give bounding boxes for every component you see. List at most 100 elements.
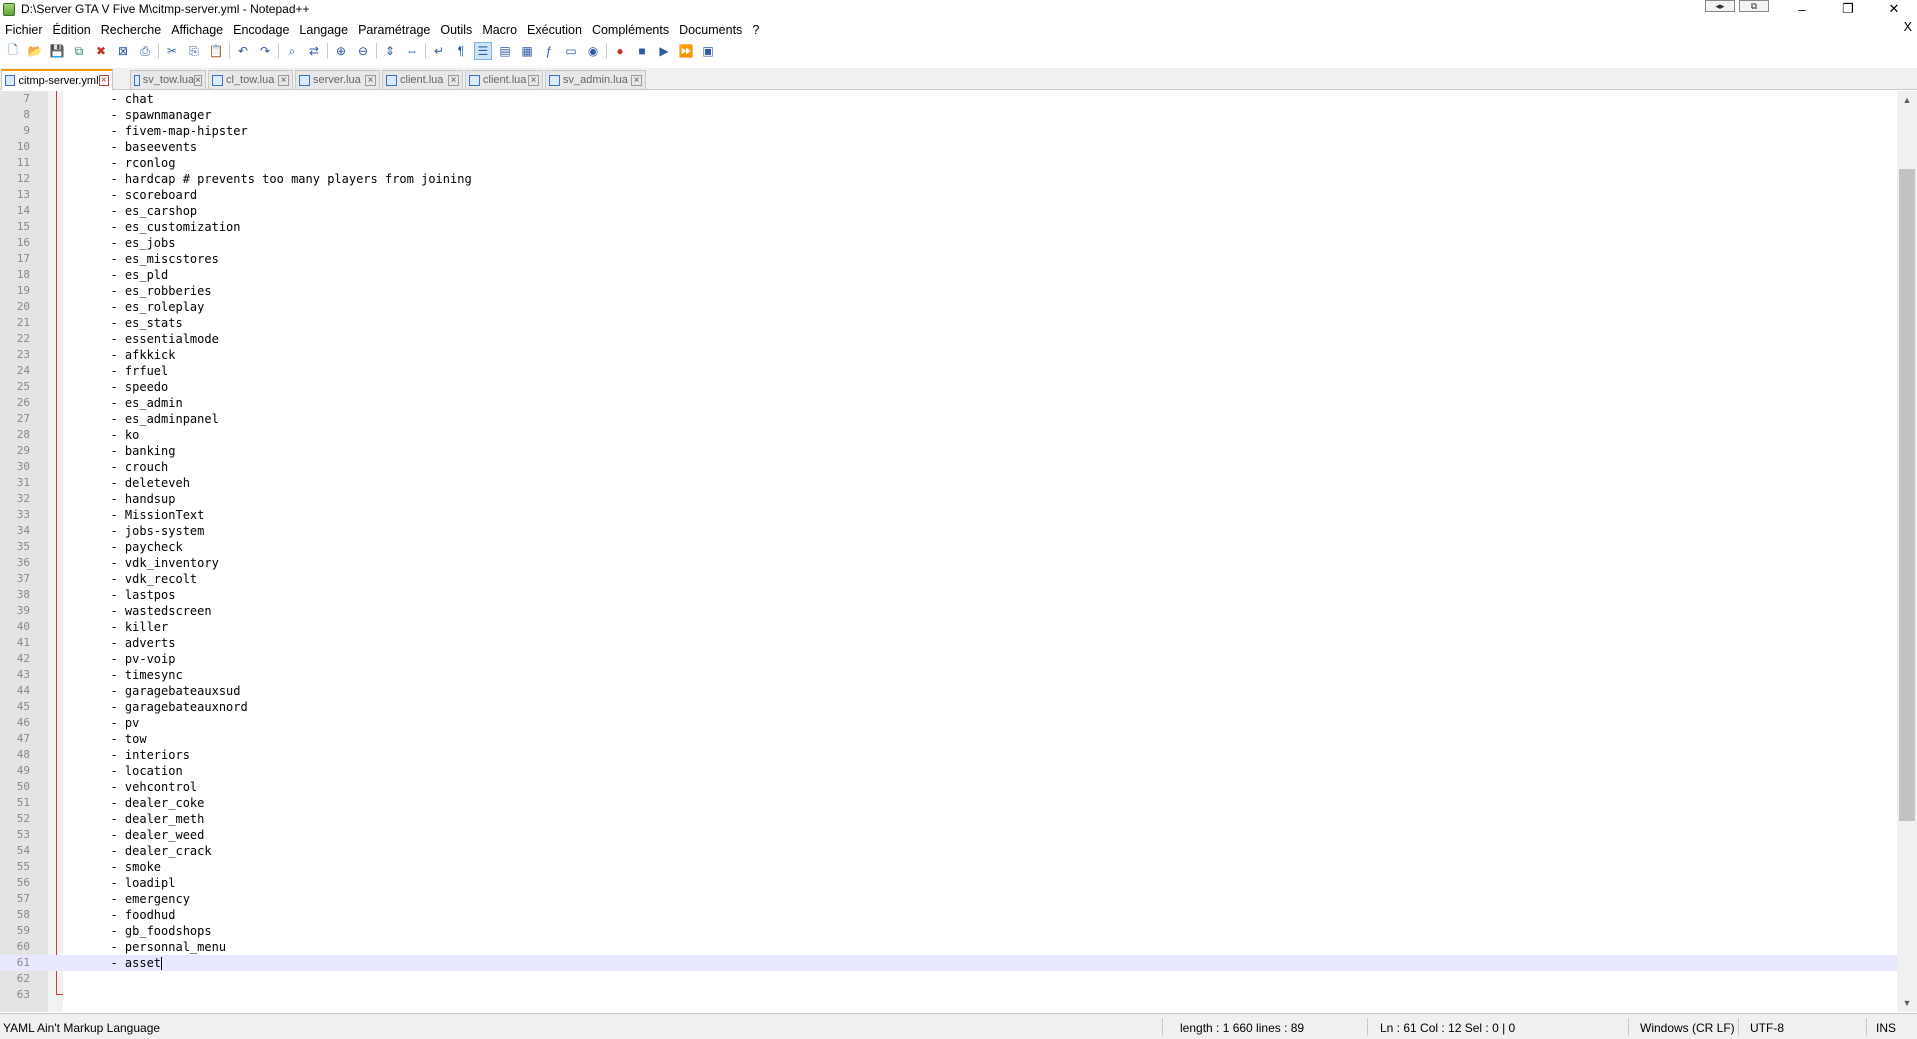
editor-line[interactable]: 17 - es_miscstores bbox=[0, 251, 1897, 267]
line-text[interactable]: - frfuel bbox=[96, 363, 168, 379]
editor-line[interactable]: 28 - ko bbox=[0, 427, 1897, 443]
editor-line[interactable]: 15 - es_customization bbox=[0, 219, 1897, 235]
line-text[interactable]: - rconlog bbox=[96, 155, 175, 171]
editor-line[interactable]: 23 - afkkick bbox=[0, 347, 1897, 363]
sync-horizontal-icon[interactable]: ⇔ bbox=[403, 42, 421, 60]
line-text[interactable]: - smoke bbox=[96, 859, 161, 875]
line-text[interactable]: - es_pld bbox=[96, 267, 168, 283]
line-text[interactable]: - es_stats bbox=[96, 315, 182, 331]
editor-line[interactable]: 60 - personnal_menu bbox=[0, 939, 1897, 955]
line-text[interactable]: - es_customization bbox=[96, 219, 240, 235]
editor-line[interactable]: 10 - baseevents bbox=[0, 139, 1897, 155]
line-text[interactable]: - location bbox=[96, 763, 182, 779]
line-text[interactable]: - es_admin bbox=[96, 395, 182, 411]
line-text[interactable]: - pv-voip bbox=[96, 651, 175, 667]
line-text[interactable]: - asset bbox=[96, 955, 163, 971]
tab-close-icon[interactable]: × bbox=[194, 74, 202, 86]
vertical-scrollbar[interactable]: ▲ ▼ bbox=[1897, 91, 1917, 1012]
editor-line[interactable]: 30 - crouch bbox=[0, 459, 1897, 475]
editor-line[interactable]: 12 - hardcap # prevents too many players… bbox=[0, 171, 1897, 187]
monitoring-icon[interactable]: ◉ bbox=[584, 42, 602, 60]
line-text[interactable]: - es_carshop bbox=[96, 203, 197, 219]
line-text[interactable]: - foodhud bbox=[96, 907, 175, 923]
save-icon[interactable]: 💾 bbox=[48, 42, 66, 60]
editor-line[interactable]: 37 - vdk_recolt bbox=[0, 571, 1897, 587]
scroll-thumb[interactable] bbox=[1899, 169, 1915, 821]
play-macro-icon[interactable]: ▶ bbox=[655, 42, 673, 60]
sync-vertical-icon[interactable]: ⇕ bbox=[381, 42, 399, 60]
scroll-down-arrow-icon[interactable]: ▼ bbox=[1897, 994, 1917, 1012]
line-text[interactable]: - lastpos bbox=[96, 587, 175, 603]
tab-0[interactable]: citmp-server.yml × bbox=[1, 69, 113, 90]
save-all-icon[interactable]: ⧉ bbox=[70, 42, 88, 60]
run-macro-multiple-icon[interactable]: ⏩ bbox=[677, 42, 695, 60]
editor-line[interactable]: 40 - killer bbox=[0, 619, 1897, 635]
editor-line[interactable]: 45 - garagebateauxnord bbox=[0, 699, 1897, 715]
editor-line[interactable]: 62 bbox=[0, 971, 1897, 987]
menu-item-7[interactable]: Outils bbox=[435, 23, 477, 37]
line-text[interactable]: - speedo bbox=[96, 379, 168, 395]
always-on-top-icon[interactable]: ⧉ bbox=[1739, 0, 1769, 12]
editor-line[interactable]: 21 - es_stats bbox=[0, 315, 1897, 331]
line-text[interactable]: - loadipl bbox=[96, 875, 175, 891]
editor-line[interactable]: 11 - rconlog bbox=[0, 155, 1897, 171]
editor-line[interactable]: 22 - essentialmode bbox=[0, 331, 1897, 347]
line-text[interactable]: - interiors bbox=[96, 747, 189, 763]
editor-line[interactable]: 27 - es_adminpanel bbox=[0, 411, 1897, 427]
line-text[interactable]: - dealer_crack bbox=[96, 843, 211, 859]
menu-item-8[interactable]: Macro bbox=[477, 23, 522, 37]
menu-item-10[interactable]: Compléments bbox=[587, 23, 674, 37]
line-text[interactable]: - vdk_inventory bbox=[96, 555, 218, 571]
tab-close-icon[interactable]: × bbox=[631, 74, 642, 86]
editor-line[interactable]: 24 - frfuel bbox=[0, 363, 1897, 379]
editor-line[interactable]: 13 - scoreboard bbox=[0, 187, 1897, 203]
editor-line[interactable]: 19 - es_robberies bbox=[0, 283, 1897, 299]
menu-item-9[interactable]: Exécution bbox=[522, 23, 587, 37]
editor-line[interactable]: 43 - timesync bbox=[0, 667, 1897, 683]
editor-line[interactable]: 46 - pv bbox=[0, 715, 1897, 731]
editor-line[interactable]: 50 - vehcontrol bbox=[0, 779, 1897, 795]
tab-close-icon[interactable]: × bbox=[278, 74, 289, 86]
editor-line[interactable]: 47 - tow bbox=[0, 731, 1897, 747]
line-text[interactable]: - afkkick bbox=[96, 347, 175, 363]
editor-line[interactable]: 26 - es_admin bbox=[0, 395, 1897, 411]
editor-line[interactable]: 16 - es_jobs bbox=[0, 235, 1897, 251]
tab-1[interactable]: sv_tow.lua × bbox=[130, 70, 206, 89]
line-text[interactable]: - emergency bbox=[96, 891, 189, 907]
menu-item-11[interactable]: Documents bbox=[674, 23, 747, 37]
editor-line[interactable]: 63 bbox=[0, 987, 1897, 1003]
line-text[interactable]: - MissionText bbox=[96, 507, 204, 523]
tab-3[interactable]: server.lua × bbox=[295, 70, 380, 89]
close-icon[interactable]: ✖ bbox=[92, 42, 110, 60]
editor-line[interactable]: 57 - emergency bbox=[0, 891, 1897, 907]
scroll-up-arrow-icon[interactable]: ▲ bbox=[1897, 91, 1917, 109]
line-text[interactable]: - dealer_weed bbox=[96, 827, 204, 843]
line-text[interactable]: - vehcontrol bbox=[96, 779, 197, 795]
line-text[interactable]: - dealer_coke bbox=[96, 795, 204, 811]
editor-line[interactable]: 41 - adverts bbox=[0, 635, 1897, 651]
close-all-icon[interactable]: ⊠ bbox=[114, 42, 132, 60]
line-text[interactable]: - scoreboard bbox=[96, 187, 197, 203]
show-all-chars-icon[interactable]: ¶ bbox=[452, 42, 470, 60]
editor-line[interactable]: 38 - lastpos bbox=[0, 587, 1897, 603]
line-text[interactable]: - hardcap # prevents too many players fr… bbox=[96, 171, 471, 187]
record-macro-icon[interactable]: ● bbox=[611, 42, 629, 60]
menu-item-3[interactable]: Affichage bbox=[166, 23, 228, 37]
editor-line[interactable]: 20 - es_roleplay bbox=[0, 299, 1897, 315]
editor-line[interactable]: 39 - wastedscreen bbox=[0, 603, 1897, 619]
editor-area[interactable]: 7 - chat 8 - spawnmanager 9 - fivem-map-hi… bbox=[0, 91, 1917, 1012]
editor-line[interactable]: 7 - chat bbox=[0, 91, 1897, 107]
new-file-icon[interactable]: 🗋 bbox=[4, 42, 22, 60]
line-text[interactable]: - tow bbox=[96, 731, 146, 747]
cut-icon[interactable]: ✂ bbox=[163, 42, 181, 60]
editor-line[interactable]: 29 - banking bbox=[0, 443, 1897, 459]
line-text[interactable]: - essentialmode bbox=[96, 331, 218, 347]
editor-line[interactable]: 52 - dealer_meth bbox=[0, 811, 1897, 827]
editor-line[interactable]: 42 - pv-voip bbox=[0, 651, 1897, 667]
undo-icon[interactable]: ↶ bbox=[234, 42, 252, 60]
redo-icon[interactable]: ↷ bbox=[256, 42, 274, 60]
line-text[interactable]: - crouch bbox=[96, 459, 168, 475]
editor-line[interactable]: 31 - deleteveh bbox=[0, 475, 1897, 491]
minimize-button[interactable]: – bbox=[1779, 0, 1825, 18]
paste-icon[interactable]: 📋 bbox=[207, 42, 225, 60]
